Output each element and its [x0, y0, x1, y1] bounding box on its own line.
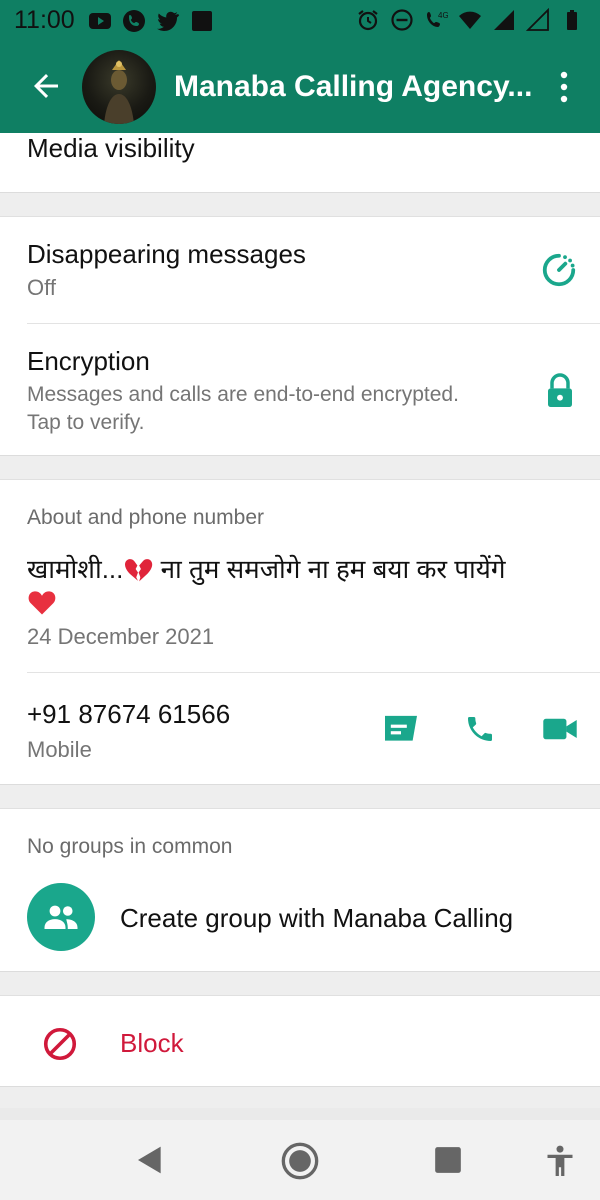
disappearing-messages-value: Off — [27, 275, 56, 300]
twitter-icon — [157, 11, 180, 31]
about-text: खामोशी... ना तुम समजोगे ना हम बया कर पाय… — [27, 552, 572, 620]
encryption-row[interactable]: Encryption Messages and calls are end-to… — [0, 324, 600, 457]
block-label: Block — [120, 1028, 184, 1058]
lock-icon — [548, 373, 572, 407]
phone-number: +91 87674 61566 — [27, 699, 231, 729]
encryption-description-line2: Tap to verify. — [27, 411, 145, 434]
accessibility-icon[interactable] — [545, 1144, 575, 1178]
nav-recents-icon[interactable] — [434, 1146, 462, 1174]
square-app-icon — [192, 11, 212, 31]
do-not-disturb-icon — [391, 9, 413, 31]
battery-icon — [567, 10, 577, 30]
more-vert-icon[interactable] — [554, 70, 574, 104]
status-bar: 11:00 4G — [0, 0, 600, 42]
youtube-icon — [89, 13, 111, 29]
message-icon[interactable] — [382, 713, 420, 745]
phone-call-icon — [123, 10, 145, 32]
privacy-card: Disappearing messages Off Encryption Mes… — [0, 216, 600, 456]
nav-home-icon[interactable] — [280, 1141, 320, 1181]
disappearing-messages-row[interactable]: Disappearing messages Off — [0, 217, 600, 323]
about-text-part2: ना तुम समजोगे ना हम बया कर पायेंगे — [160, 554, 506, 584]
video-call-icon[interactable] — [542, 715, 578, 743]
broken-heart-emoji — [125, 559, 153, 582]
wifi-icon — [459, 11, 481, 29]
nav-back-icon[interactable] — [134, 1144, 166, 1176]
phone-row[interactable]: +91 87674 61566 Mobile — [0, 673, 600, 786]
create-group-row[interactable]: Create group with Manaba Calling — [0, 875, 600, 965]
groups-card: No groups in common Create group with Ma… — [0, 808, 600, 972]
status-time: 11:00 — [14, 6, 75, 34]
media-visibility-row[interactable]: Media visibility — [0, 133, 600, 193]
system-navigation-bar — [0, 1120, 600, 1200]
signal-empty-icon — [526, 8, 549, 31]
signal-icon — [494, 10, 514, 30]
about-section-header: About and phone number — [27, 506, 265, 529]
about-date: 24 December 2021 — [27, 624, 215, 649]
voice-call-icon[interactable] — [464, 713, 496, 745]
alarm-icon — [358, 10, 378, 31]
about-phone-card: About and phone number खामोशी... ना तुम … — [0, 479, 600, 785]
svg-text:4G: 4G — [438, 11, 448, 20]
about-text-part1: खामोशी... — [27, 554, 124, 584]
red-heart-emoji — [28, 591, 56, 615]
group-icon — [44, 905, 78, 929]
media-visibility-label: Media visibility — [27, 133, 195, 163]
bottom-gap — [0, 1108, 600, 1120]
timer-icon — [542, 253, 576, 287]
chat-info-toolbar: Manaba Calling Agency... — [0, 42, 600, 133]
contact-avatar[interactable] — [82, 50, 156, 124]
groups-section-header: No groups in common — [27, 835, 233, 858]
block-icon — [43, 1027, 77, 1061]
contact-name-title[interactable]: Manaba Calling Agency... — [174, 70, 532, 104]
back-arrow-icon[interactable] — [28, 68, 64, 104]
block-row[interactable]: Block — [0, 995, 600, 1087]
create-group-avatar — [27, 883, 95, 951]
encryption-description-line1: Messages and calls are end-to-end encryp… — [27, 383, 459, 406]
disappearing-messages-label: Disappearing messages — [27, 239, 306, 269]
volte-call-icon: 4G — [427, 11, 448, 27]
phone-type: Mobile — [27, 737, 92, 762]
create-group-label: Create group with Manaba Calling — [120, 903, 514, 933]
encryption-label: Encryption — [27, 346, 150, 376]
